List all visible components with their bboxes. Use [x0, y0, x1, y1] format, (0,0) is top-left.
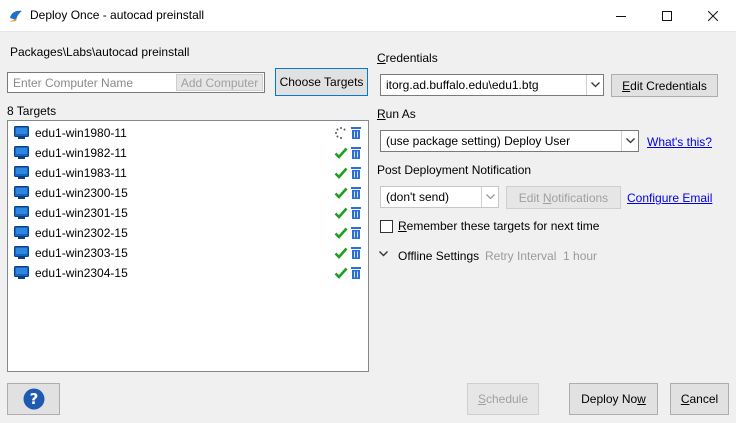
target-row[interactable]: edu1-win1982-11: [8, 143, 368, 163]
delete-icon[interactable]: [351, 187, 361, 199]
target-name: edu1-win2301-15: [35, 206, 128, 220]
delete-icon[interactable]: [351, 147, 361, 159]
target-name: edu1-win1983-11: [35, 166, 127, 180]
edit-credentials-label: Edit Credentials: [622, 78, 707, 93]
app-logo-icon: [9, 10, 22, 22]
computer-icon: [14, 166, 29, 179]
check-icon: [334, 266, 348, 280]
deploy-now-label: Deploy Now: [581, 392, 646, 406]
dropdown-arrow-icon: [621, 131, 638, 151]
delete-icon[interactable]: [351, 267, 361, 279]
targets-list[interactable]: edu1-win1980-11 edu1-win1982-11 edu1-win…: [7, 120, 369, 372]
cancel-label: Cancel: [680, 392, 719, 406]
dropdown-arrow-icon: [586, 75, 603, 95]
target-name: edu1-win2304-15: [35, 266, 128, 280]
package-path: Packages\Labs\autocad preinstall: [10, 45, 190, 59]
target-row[interactable]: edu1-win2302-15: [8, 223, 368, 243]
configure-email-link[interactable]: Configure Email: [627, 191, 712, 205]
computer-icon: [14, 186, 29, 199]
delete-icon[interactable]: [351, 167, 361, 179]
title-bar: Deploy Once - autocad preinstall: [0, 0, 736, 32]
run-as-value: (use package setting) Deploy User: [386, 134, 571, 148]
schedule-label: Schedule: [477, 392, 529, 406]
target-name: edu1-win2303-15: [35, 246, 128, 260]
notification-select[interactable]: (don't send): [380, 186, 499, 208]
edit-credentials-button[interactable]: Edit Credentials: [611, 74, 718, 97]
help-icon: ?: [23, 388, 44, 410]
target-name: edu1-win2302-15: [35, 226, 128, 240]
choose-targets-button[interactable]: Choose Targets: [275, 68, 368, 96]
check-icon: [334, 226, 348, 240]
window-title: Deploy Once - autocad preinstall: [30, 8, 205, 22]
target-name: edu1-win1980-11: [35, 126, 127, 140]
check-icon: [334, 146, 348, 160]
minimize-icon: [616, 15, 626, 17]
cancel-button[interactable]: Cancel: [670, 383, 729, 415]
credentials-value: itorg.ad.buffalo.edu\edu1.btg: [386, 78, 539, 92]
target-row[interactable]: edu1-win2303-15: [8, 243, 368, 263]
computer-icon: [14, 206, 29, 219]
edit-notifications-label: Edit Notifications: [518, 190, 609, 205]
notification-label: Post Deployment Notification: [377, 163, 532, 177]
loading-spinner-icon: [334, 126, 348, 140]
edit-notifications-button[interactable]: Edit Notifications: [506, 186, 621, 209]
help-button[interactable]: ?: [7, 383, 60, 415]
computer-name-placeholder: Enter Computer Name: [13, 76, 134, 90]
help-glyph: ?: [29, 390, 38, 408]
delete-icon[interactable]: [351, 207, 361, 219]
target-row[interactable]: edu1-win2300-15: [8, 183, 368, 203]
minimize-button[interactable]: [598, 0, 644, 31]
chevron-down-icon[interactable]: [379, 251, 388, 257]
target-row[interactable]: edu1-win2301-15: [8, 203, 368, 223]
delete-icon[interactable]: [351, 227, 361, 239]
check-icon: [334, 246, 348, 260]
computer-icon: [14, 246, 29, 259]
computer-name-input[interactable]: Enter Computer Name Add Computer: [7, 72, 265, 93]
target-name: edu1-win1982-11: [35, 146, 127, 160]
maximize-icon: [662, 10, 672, 21]
add-computer-button[interactable]: Add Computer: [176, 74, 263, 91]
close-button[interactable]: [690, 0, 736, 31]
schedule-button[interactable]: Schedule: [467, 383, 539, 415]
run-as-select[interactable]: (use package setting) Deploy User: [380, 130, 639, 152]
target-row[interactable]: edu1-win1983-11: [8, 163, 368, 183]
deploy-now-button[interactable]: Deploy Now: [569, 383, 658, 415]
credentials-select[interactable]: itorg.ad.buffalo.edu\edu1.btg: [380, 74, 604, 96]
whats-this-link[interactable]: What's this?: [647, 135, 712, 149]
targets-count: 8 Targets: [7, 104, 57, 118]
offline-settings-label[interactable]: Offline Settings: [398, 249, 479, 263]
retry-interval-text: Retry Interval 1 hour: [485, 249, 598, 263]
run-as-label: Run As: [377, 107, 416, 121]
computer-icon: [14, 126, 29, 139]
maximize-button[interactable]: [644, 0, 690, 31]
target-name: edu1-win2300-15: [35, 186, 128, 200]
remember-targets-checkbox[interactable]: [380, 220, 393, 233]
delete-icon[interactable]: [351, 247, 361, 259]
delete-icon[interactable]: [351, 127, 361, 139]
close-icon: [708, 10, 718, 21]
remember-targets-label: Remember these targets for next time: [398, 219, 600, 233]
computer-icon: [14, 226, 29, 239]
dropdown-arrow-icon: [481, 187, 498, 207]
target-row[interactable]: edu1-win2304-15: [8, 263, 368, 283]
check-icon: [334, 186, 348, 200]
target-row[interactable]: edu1-win1980-11: [8, 123, 368, 143]
computer-icon: [14, 266, 29, 279]
computer-icon: [14, 146, 29, 159]
credentials-label: Credentials: [377, 51, 438, 65]
check-icon: [334, 206, 348, 220]
notification-value: (don't send): [386, 190, 449, 204]
check-icon: [334, 166, 348, 180]
